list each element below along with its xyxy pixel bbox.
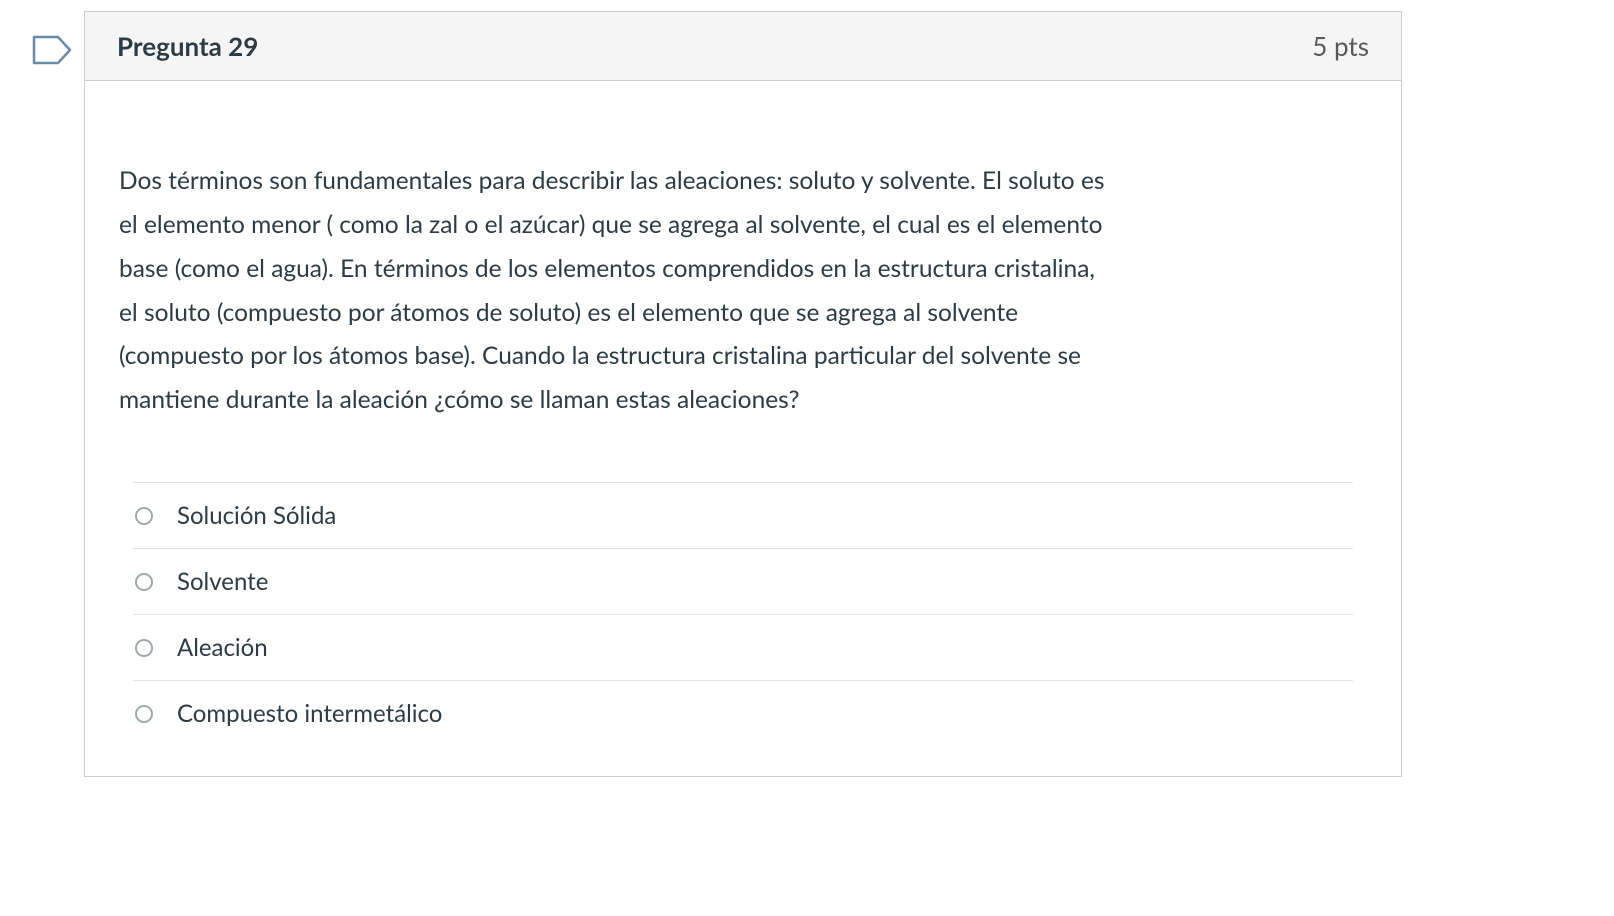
answer-option[interactable]: Aleación [133,614,1353,680]
answer-option[interactable]: Solución Sólida [133,482,1353,548]
bookmark-flag-icon[interactable] [32,35,72,69]
question-header: Pregunta 29 5 pts [85,12,1401,81]
answer-label: Solución Sólida [177,501,336,530]
answer-list: Solución Sólida Solvente Aleación Compue… [133,482,1353,746]
answer-label: Aleación [177,633,268,662]
question-body: Dos términos son fundamentales para desc… [85,81,1401,776]
answer-radio[interactable] [135,507,153,525]
answer-option[interactable]: Compuesto intermetálico [133,680,1353,746]
answer-radio[interactable] [135,639,153,657]
answer-option[interactable]: Solvente [133,548,1353,614]
answer-label: Solvente [177,567,268,596]
question-points: 5 pts [1312,30,1369,62]
question-text: Dos términos son fundamentales para desc… [119,159,1119,422]
question-title: Pregunta 29 [117,30,258,62]
answer-label: Compuesto intermetálico [177,699,442,728]
answer-radio[interactable] [135,705,153,723]
question-card: Pregunta 29 5 pts Dos términos son funda… [84,11,1402,777]
answer-radio[interactable] [135,573,153,591]
